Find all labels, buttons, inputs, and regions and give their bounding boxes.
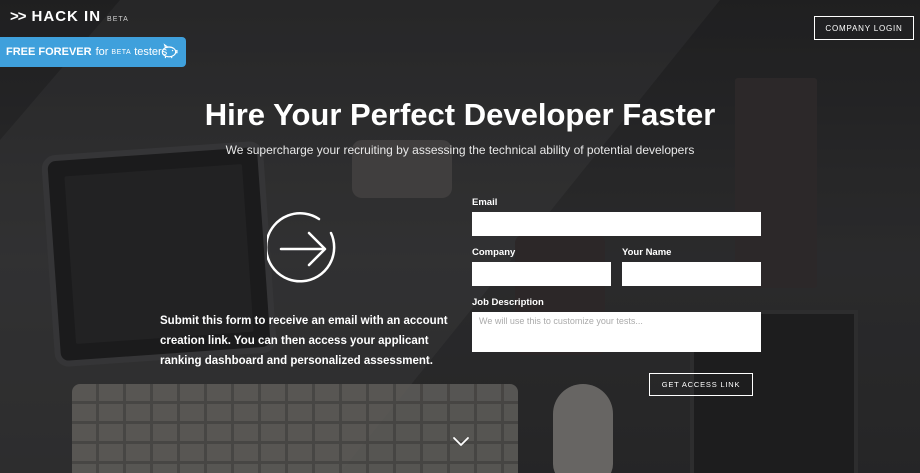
beta-badge: BETA	[107, 16, 129, 23]
background-photo	[0, 0, 920, 473]
free-forever-banner[interactable]: FREE FOREVER for BETA testers	[0, 37, 186, 67]
logo-arrows: >>	[10, 8, 27, 25]
page-title: Hire Your Perfect Developer Faster	[204, 97, 716, 132]
logo[interactable]: >> HACK IN BETA	[10, 8, 129, 25]
piggy-bank-icon	[161, 43, 178, 59]
job-description-label: Job Description	[472, 297, 544, 308]
get-access-link-button[interactable]: GET ACCESS LINK	[649, 373, 753, 396]
company-label: Company	[472, 247, 516, 258]
logo-text: HACK IN	[31, 8, 102, 25]
chevron-down-icon[interactable]	[452, 436, 470, 448]
email-label: Email	[472, 197, 498, 208]
promo-for-text: for	[95, 46, 109, 58]
arrow-right-circle-icon	[267, 212, 336, 283]
name-field[interactable]	[622, 262, 761, 286]
instructions-text: Submit this form to receive an email wit…	[160, 315, 448, 367]
company-login-button[interactable]: COMPANY LOGIN	[814, 16, 914, 40]
email-field[interactable]	[472, 212, 761, 236]
promo-strong-text: FREE FOREVER	[6, 46, 92, 58]
page-subtitle: We supercharge your recruiting by assess…	[225, 143, 695, 157]
job-description-field[interactable]	[472, 312, 761, 352]
company-field[interactable]	[472, 262, 611, 286]
promo-beta-text: BETA	[111, 48, 132, 56]
name-label: Your Name	[622, 247, 672, 258]
